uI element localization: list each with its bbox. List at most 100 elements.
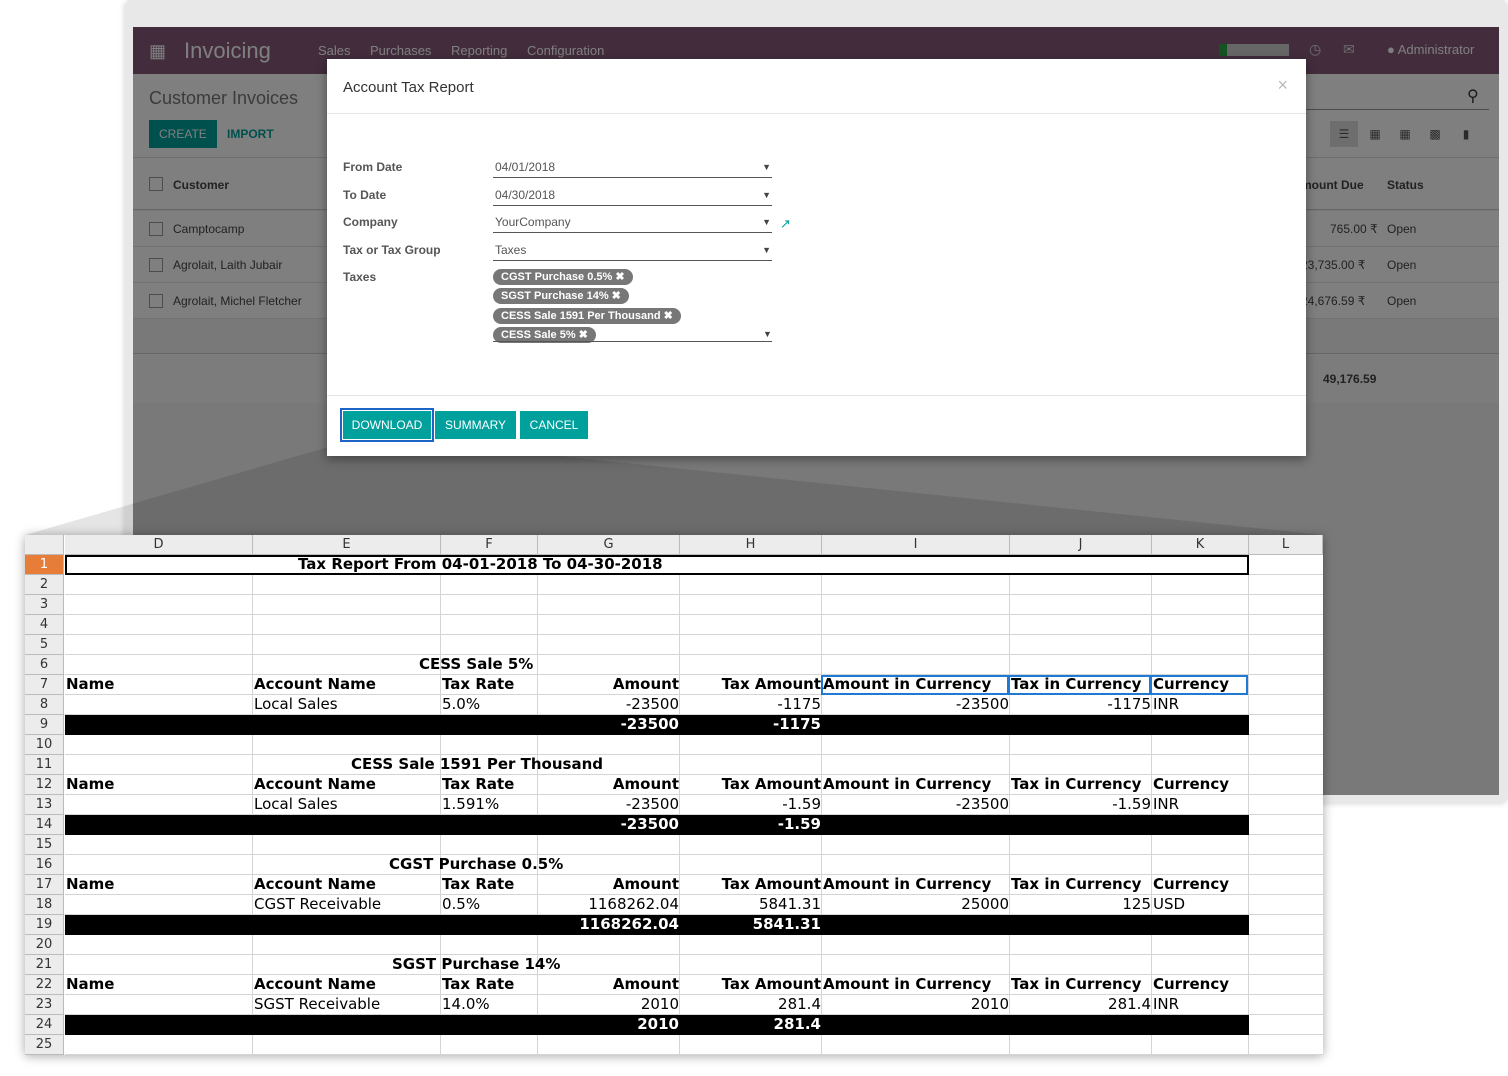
cell-tax-in-currency[interactable]: -1175 bbox=[1107, 694, 1151, 714]
column-header-g[interactable]: G bbox=[538, 535, 680, 555]
cell-account-name[interactable]: SGST Receivable bbox=[254, 994, 380, 1014]
cell-account-name[interactable]: CGST Receivable bbox=[254, 894, 381, 914]
chevron-down-icon[interactable]: ▼ bbox=[762, 211, 771, 233]
column-header-h[interactable]: H bbox=[680, 535, 822, 555]
col-label-amount-in-currency: Amount in Currency bbox=[823, 975, 992, 993]
row-header[interactable]: 10 bbox=[25, 735, 64, 755]
row-header[interactable]: 6 bbox=[25, 655, 64, 675]
row-header[interactable]: 7 bbox=[25, 675, 64, 695]
row-header[interactable]: 14 bbox=[25, 815, 64, 835]
row-header[interactable]: 16 bbox=[25, 855, 64, 875]
cell-account-name[interactable]: Local Sales bbox=[254, 694, 338, 714]
col-label-currency: Currency bbox=[1153, 875, 1230, 893]
col-label-tax-in-currency: Tax in Currency bbox=[1011, 775, 1142, 793]
column-header-l[interactable]: L bbox=[1249, 535, 1323, 555]
cell-currency[interactable]: INR bbox=[1153, 694, 1179, 714]
cell-tax-in-currency[interactable]: -1.59 bbox=[1112, 794, 1151, 814]
cell-tax-rate[interactable]: 5.0% bbox=[442, 694, 480, 714]
chevron-down-icon[interactable]: ▼ bbox=[762, 156, 771, 178]
col-label-tax-rate: Tax Rate bbox=[442, 775, 515, 793]
row-header[interactable]: 23 bbox=[25, 995, 64, 1015]
cancel-button[interactable]: CANCEL bbox=[520, 411, 588, 439]
column-header-i[interactable]: I bbox=[822, 535, 1010, 555]
to-date-field[interactable]: 04/30/2018 ▼ bbox=[493, 184, 772, 206]
cell-tax-amount[interactable]: -1.59 bbox=[782, 794, 821, 814]
corner-cell[interactable] bbox=[25, 535, 64, 555]
chevron-down-icon[interactable]: ▼ bbox=[762, 184, 771, 206]
cell-tax-in-currency[interactable]: 125 bbox=[1122, 894, 1151, 914]
row-header[interactable]: 2 bbox=[25, 575, 64, 595]
remove-tag-icon[interactable]: ✖ bbox=[664, 310, 673, 322]
col-label-tax-in-currency: Tax in Currency bbox=[1011, 875, 1142, 893]
cell-tax-rate[interactable]: 0.5% bbox=[442, 894, 480, 914]
row-header[interactable]: 11 bbox=[25, 755, 64, 775]
row-header[interactable]: 15 bbox=[25, 835, 64, 855]
cell-tax-rate[interactable]: 1.591% bbox=[442, 794, 499, 814]
tax-tag[interactable]: SGST Purchase 14% ✖ bbox=[493, 288, 629, 304]
tax-tag[interactable]: CESS Sale 1591 Per Thousand ✖ bbox=[493, 308, 681, 324]
row-header[interactable]: 21 bbox=[25, 955, 64, 975]
cell-amount[interactable]: 2010 bbox=[641, 994, 679, 1014]
taxes-input-underline[interactable] bbox=[493, 341, 772, 342]
col-label-account-name: Account Name bbox=[254, 875, 376, 893]
column-header-f[interactable]: F bbox=[441, 535, 538, 555]
tax-tag[interactable]: CGST Purchase 0.5% ✖ bbox=[493, 269, 633, 285]
row-header[interactable]: 9 bbox=[25, 715, 64, 735]
column-header-e[interactable]: E bbox=[253, 535, 441, 555]
col-label-name: Name bbox=[66, 875, 115, 893]
download-button[interactable]: DOWNLOAD bbox=[340, 408, 434, 442]
summary-button[interactable]: SUMMARY bbox=[435, 411, 516, 439]
cell-tax-amount[interactable]: 281.4 bbox=[778, 994, 821, 1014]
cell-account-name[interactable]: Local Sales bbox=[254, 794, 338, 814]
cell-currency[interactable]: INR bbox=[1153, 994, 1179, 1014]
company-field[interactable]: YourCompany ▼ bbox=[493, 211, 772, 233]
row-header[interactable]: 1 bbox=[25, 555, 64, 575]
cell-tax-amount[interactable]: 5841.31 bbox=[759, 894, 821, 914]
cell-amount-in-currency[interactable]: -23500 bbox=[956, 694, 1009, 714]
tax-group-field[interactable]: Taxes ▼ bbox=[493, 239, 772, 261]
cell-amount-in-currency[interactable]: -23500 bbox=[956, 794, 1009, 814]
col-label-amount-in-currency: Amount in Currency bbox=[823, 775, 992, 793]
cell-tax-rate[interactable]: 14.0% bbox=[442, 994, 490, 1014]
chevron-down-icon[interactable]: ▼ bbox=[763, 329, 772, 339]
row-header[interactable]: 12 bbox=[25, 775, 64, 795]
cell-amount-in-currency[interactable]: 2010 bbox=[971, 994, 1009, 1014]
col-label-name: Name bbox=[66, 675, 115, 693]
row-header[interactable]: 4 bbox=[25, 615, 64, 635]
column-header-k[interactable]: K bbox=[1152, 535, 1249, 555]
cell-tax-in-currency[interactable]: 281.4 bbox=[1108, 994, 1151, 1014]
row-header[interactable]: 13 bbox=[25, 795, 64, 815]
row-header[interactable]: 3 bbox=[25, 595, 64, 615]
cell-amount[interactable]: -23500 bbox=[626, 694, 679, 714]
row-header[interactable]: 20 bbox=[25, 935, 64, 955]
cell-amount-in-currency[interactable]: 25000 bbox=[961, 894, 1009, 914]
remove-tag-icon[interactable]: ✖ bbox=[615, 271, 624, 283]
col-label-tax-rate: Tax Rate bbox=[442, 875, 515, 893]
row-header[interactable]: 17 bbox=[25, 875, 64, 895]
cell-currency[interactable]: USD bbox=[1153, 894, 1185, 914]
chevron-down-icon[interactable]: ▼ bbox=[762, 239, 771, 261]
col-label-amount: Amount bbox=[612, 675, 679, 693]
row-header[interactable]: 22 bbox=[25, 975, 64, 995]
external-link-icon[interactable]: ↗ bbox=[780, 216, 791, 232]
row-header[interactable]: 25 bbox=[25, 1035, 64, 1055]
col-label-currency: Currency bbox=[1153, 975, 1230, 993]
row-header[interactable]: 8 bbox=[25, 695, 64, 715]
remove-tag-icon[interactable]: ✖ bbox=[612, 290, 621, 302]
column-header-j[interactable]: J bbox=[1010, 535, 1152, 555]
close-icon[interactable]: × bbox=[1277, 75, 1288, 96]
from-date-field[interactable]: 04/01/2018 ▼ bbox=[493, 156, 772, 178]
row-header[interactable]: 19 bbox=[25, 915, 64, 935]
total-tax-amount: -1.59 bbox=[777, 815, 821, 833]
cell-currency[interactable]: INR bbox=[1153, 794, 1179, 814]
total-tax-amount: -1175 bbox=[773, 715, 821, 733]
row-header[interactable]: 5 bbox=[25, 635, 64, 655]
column-header-d[interactable]: D bbox=[65, 535, 253, 555]
row-header[interactable]: 24 bbox=[25, 1015, 64, 1035]
cell-tax-amount[interactable]: -1175 bbox=[777, 694, 821, 714]
cell-amount[interactable]: 1168262.04 bbox=[588, 894, 679, 914]
remove-tag-icon[interactable]: ✖ bbox=[579, 329, 588, 341]
cell-amount[interactable]: -23500 bbox=[626, 794, 679, 814]
row-header[interactable]: 18 bbox=[25, 895, 64, 915]
col-label-amount-in-currency: Amount in Currency bbox=[823, 875, 992, 893]
